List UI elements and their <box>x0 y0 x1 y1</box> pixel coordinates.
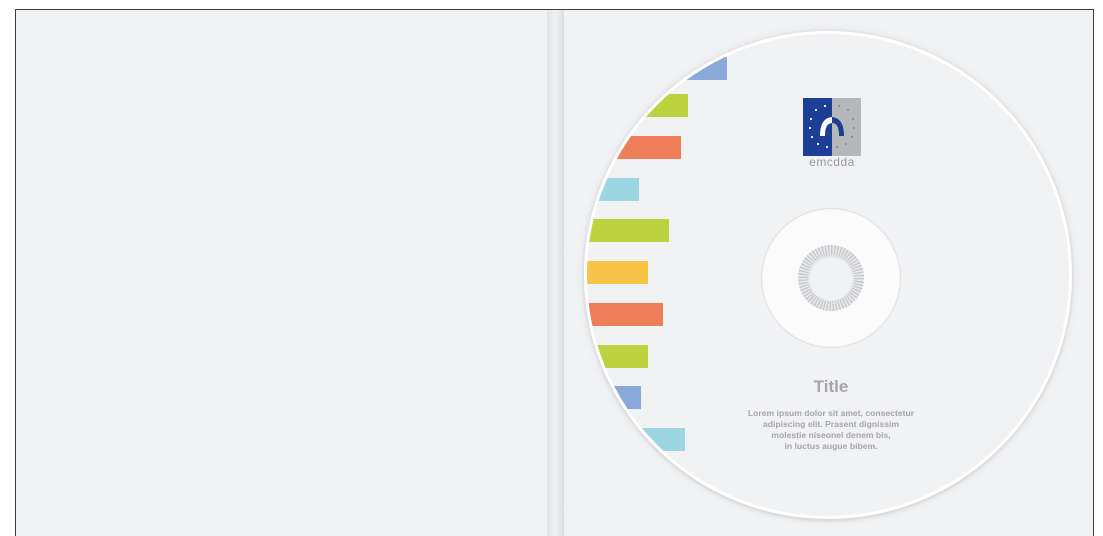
color-stripe <box>587 303 663 326</box>
color-stripe <box>587 178 639 201</box>
hub-ring <box>798 245 864 311</box>
cd-disc: emcdda Title Lorem ipsum dolor sit amet,… <box>584 31 1072 519</box>
emcdda-logo-icon <box>803 98 861 156</box>
disc-hub <box>761 208 901 348</box>
disc-body-line: in luctus augue bibem. <box>784 441 878 451</box>
color-stripe <box>587 428 685 451</box>
color-stripe <box>587 136 681 159</box>
color-stripe <box>587 386 641 409</box>
disc-body-line: molestie niseonel denem bis, <box>771 430 891 440</box>
color-stripe <box>587 94 688 117</box>
color-stripe <box>587 345 648 368</box>
disc-title: Title <box>813 377 849 396</box>
case-left-panel <box>16 10 547 536</box>
color-stripe <box>587 261 648 284</box>
disc-body-text: Lorem ipsum dolor sit amet, consectetur … <box>711 408 951 452</box>
disc-body-line: Lorem ipsum dolor sit amet, consectetur <box>747 408 915 418</box>
disc-body-line: adipiscing elit. Prasent dignissim <box>762 419 900 429</box>
logo-wordmark: emcdda <box>809 155 855 169</box>
color-stripe <box>587 219 669 242</box>
case-spine <box>547 10 564 536</box>
hub-hole <box>808 255 854 301</box>
color-stripe <box>587 57 727 80</box>
